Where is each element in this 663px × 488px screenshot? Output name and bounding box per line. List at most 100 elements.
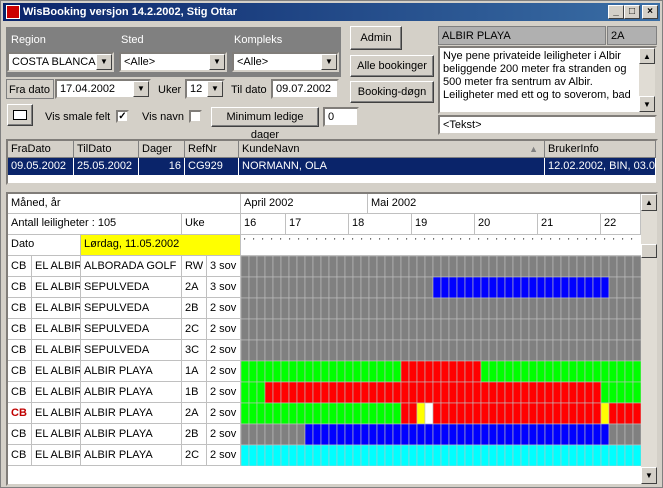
- occupancy-cell[interactable]: [416, 318, 426, 341]
- close-button[interactable]: ×: [642, 5, 658, 19]
- occupancy-cell[interactable]: [536, 256, 546, 278]
- occupancy-cell[interactable]: [568, 256, 578, 278]
- occupancy-cell[interactable]: [544, 297, 554, 320]
- booking-dogn-button[interactable]: Booking-døgn: [350, 81, 434, 103]
- vis-smale-checkbox[interactable]: ✓: [116, 110, 129, 123]
- occupancy-cell[interactable]: [464, 276, 474, 299]
- calendar-row-area[interactable]: CB: [8, 382, 32, 403]
- calendar-row-nr[interactable]: 2B: [182, 298, 207, 319]
- occupancy-cell[interactable]: [424, 318, 434, 341]
- occupancy-cell[interactable]: [480, 402, 490, 425]
- occupancy-cell[interactable]: [408, 276, 418, 299]
- occupancy-cell[interactable]: [352, 402, 362, 425]
- occupancy-cell[interactable]: [264, 297, 274, 320]
- occupancy-cell[interactable]: [368, 444, 378, 466]
- occupancy-cell[interactable]: [520, 318, 530, 341]
- occupancy-cell[interactable]: [384, 423, 394, 446]
- occupancy-cell[interactable]: [384, 256, 394, 278]
- occupancy-cell[interactable]: [241, 339, 250, 362]
- occupancy-cell[interactable]: [440, 339, 450, 362]
- minimize-button[interactable]: _: [608, 5, 624, 19]
- occupancy-cell[interactable]: [352, 339, 362, 362]
- occupancy-cell[interactable]: [416, 297, 426, 320]
- occupancy-cell[interactable]: [384, 276, 394, 299]
- occupancy-cell[interactable]: [600, 402, 610, 425]
- occupancy-cell[interactable]: [584, 297, 594, 320]
- occupancy-cell[interactable]: [432, 276, 442, 299]
- occupancy-cell[interactable]: [552, 360, 562, 383]
- occupancy-cell[interactable]: [352, 423, 362, 446]
- calendar-row-nr[interactable]: 2B: [182, 424, 207, 445]
- occupancy-cell[interactable]: [344, 402, 354, 425]
- occupancy-cell[interactable]: [472, 256, 482, 278]
- occupancy-cell[interactable]: [288, 339, 298, 362]
- calendar-row-area[interactable]: CB: [8, 361, 32, 382]
- occupancy-cell[interactable]: [352, 297, 362, 320]
- occupancy-cell[interactable]: [592, 318, 602, 341]
- occupancy-cell[interactable]: [392, 339, 402, 362]
- occupancy-cell[interactable]: [376, 318, 386, 341]
- occupancy-cell[interactable]: [296, 297, 306, 320]
- occupancy-cell[interactable]: [616, 381, 626, 404]
- occupancy-cell[interactable]: [272, 444, 282, 466]
- occupancy-cell[interactable]: [288, 297, 298, 320]
- occupancy-cell[interactable]: [344, 297, 354, 320]
- occupancy-cell[interactable]: [264, 381, 274, 404]
- occupancy-cell[interactable]: [448, 360, 458, 383]
- occupancy-cell[interactable]: [352, 256, 362, 278]
- occupancy-cell[interactable]: [288, 381, 298, 404]
- occupancy-cell[interactable]: [400, 339, 410, 362]
- occupancy-cell[interactable]: [432, 256, 442, 278]
- occupancy-cell[interactable]: [536, 360, 546, 383]
- occupancy-cell[interactable]: [256, 402, 266, 425]
- calendar-row-kompleks[interactable]: SEPULVEDA: [81, 298, 182, 319]
- occupancy-cell[interactable]: [600, 318, 610, 341]
- occupancy-cell[interactable]: [256, 318, 266, 341]
- occupancy-cell[interactable]: [360, 318, 370, 341]
- occupancy-cell[interactable]: [568, 423, 578, 446]
- occupancy-cell[interactable]: [592, 339, 602, 362]
- occupancy-cell[interactable]: [448, 444, 458, 466]
- region-select[interactable]: COSTA BLANCA ▼: [7, 52, 114, 72]
- calendar-row-kompleks[interactable]: ALBIR PLAYA: [81, 403, 182, 424]
- occupancy-cell[interactable]: [576, 318, 586, 341]
- calendar-row-sted[interactable]: EL ALBIR: [32, 256, 81, 277]
- occupancy-cell[interactable]: [624, 256, 634, 278]
- occupancy-cell[interactable]: [440, 423, 450, 446]
- occupancy-cell[interactable]: [464, 402, 474, 425]
- occupancy-cell[interactable]: [568, 444, 578, 466]
- occupancy-cell[interactable]: [264, 402, 274, 425]
- occupancy-cell[interactable]: [504, 276, 514, 299]
- calendar-row-sted[interactable]: EL ALBIR: [32, 382, 81, 403]
- occupancy-cell[interactable]: [504, 381, 514, 404]
- occupancy-cell[interactable]: [248, 276, 258, 299]
- occupancy-cell[interactable]: [536, 381, 546, 404]
- occupancy-cell[interactable]: [584, 360, 594, 383]
- occupancy-cell[interactable]: [608, 381, 618, 404]
- occupancy-cell[interactable]: [560, 318, 570, 341]
- occupancy-cell[interactable]: [344, 381, 354, 404]
- occupancy-cell[interactable]: [416, 339, 426, 362]
- occupancy-cell[interactable]: [432, 423, 442, 446]
- occupancy-cell[interactable]: [400, 381, 410, 404]
- occupancy-cell[interactable]: [384, 339, 394, 362]
- occupancy-cell[interactable]: [280, 276, 290, 299]
- occupancy-cell[interactable]: [504, 444, 514, 466]
- occupancy-cell[interactable]: [336, 402, 346, 425]
- occupancy-cell[interactable]: [592, 297, 602, 320]
- calendar-row-type[interactable]: 2 sov: [207, 298, 241, 319]
- occupancy-cell[interactable]: [544, 381, 554, 404]
- occupancy-cell[interactable]: [360, 339, 370, 362]
- occupancy-cell[interactable]: [328, 276, 338, 299]
- occupancy-cell[interactable]: [416, 423, 426, 446]
- occupancy-cell[interactable]: [592, 444, 602, 466]
- occupancy-cell[interactable]: [392, 444, 402, 466]
- occupancy-cell[interactable]: [544, 318, 554, 341]
- occupancy-cell[interactable]: [552, 276, 562, 299]
- occupancy-cell[interactable]: [488, 276, 498, 299]
- sted-select[interactable]: <Alle> ▼: [119, 52, 227, 72]
- occupancy-cell[interactable]: [392, 402, 402, 425]
- col-dager[interactable]: Dager: [139, 141, 185, 158]
- occupancy-cell[interactable]: [368, 276, 378, 299]
- occupancy-cell[interactable]: [384, 402, 394, 425]
